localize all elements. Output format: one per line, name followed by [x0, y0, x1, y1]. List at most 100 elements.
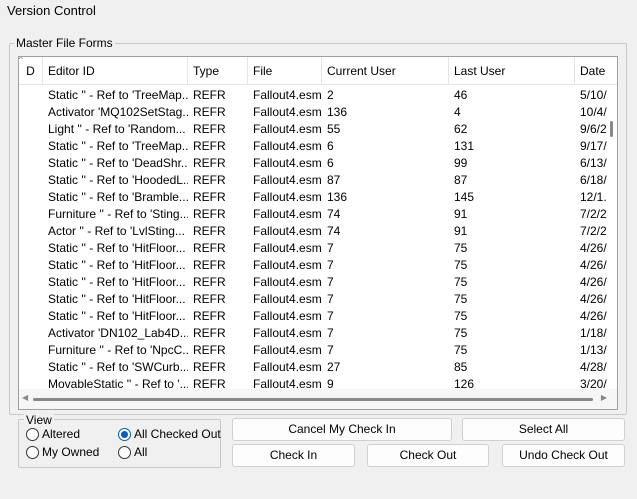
cell-file: Fallout4.esm [253, 139, 322, 153]
cell-last-user: 99 [454, 156, 468, 170]
cell-type: REFR [193, 241, 226, 255]
cell-editor-id: Static '' - Ref to 'SWCurb... [48, 360, 188, 374]
cell-last-user: 75 [454, 241, 468, 255]
cell-last-user: 91 [454, 224, 468, 238]
cell-editor-id: Light '' - Ref to 'Random... [48, 122, 186, 136]
master-forms-list[interactable]: ^ D Editor ID Type File Current User Las… [18, 56, 618, 410]
column-header-editor-id[interactable]: Editor ID [43, 57, 188, 85]
cell-file: Fallout4.esm [253, 343, 322, 357]
radio-all-checked-out[interactable]: All Checked Out [118, 426, 221, 442]
cell-type: REFR [193, 326, 226, 340]
cell-last-user: 91 [454, 207, 468, 221]
table-row[interactable]: Light '' - Ref to 'Random... REFR Fallout4… [19, 121, 609, 138]
cell-last-user: 145 [454, 190, 475, 204]
column-header-last-user[interactable]: Last User [449, 57, 575, 85]
radio-circle-icon[interactable] [26, 445, 39, 459]
table-row[interactable]: Static '' - Ref to 'TreeMap... REFR Fallou… [19, 138, 609, 155]
table-row[interactable]: Static '' - Ref to 'HitFloor... REFR Fallo… [19, 308, 609, 325]
cell-current-user: 7 [327, 309, 334, 323]
radio-circle-icon[interactable] [118, 427, 131, 441]
scroll-left-icon[interactable]: ◀ [22, 393, 28, 402]
cell-date: 9/17/... [580, 139, 609, 153]
scroll-right-icon[interactable]: ▶ [601, 393, 607, 402]
table-row[interactable]: Static '' - Ref to 'DeadShr... REFR Fallou… [19, 155, 609, 172]
select-all-button[interactable]: Select All [462, 418, 625, 441]
cell-d [19, 359, 43, 376]
cell-d [19, 104, 43, 121]
check-in-button[interactable]: Check In [232, 444, 355, 467]
cell-d [19, 308, 43, 325]
cell-type: REFR [193, 173, 226, 187]
cell-current-user: 2 [327, 88, 334, 102]
undo-check-out-button[interactable]: Undo Check Out [502, 444, 625, 467]
table-row[interactable]: Static '' - Ref to 'HitFloor... REFR Fallo… [19, 291, 609, 308]
column-header-date[interactable]: Date [575, 57, 617, 85]
table-row[interactable]: Furniture '' - Ref to 'NpcC... REFR Fallou… [19, 342, 609, 359]
cell-type: REFR [193, 122, 226, 136]
radio-all[interactable]: All [118, 444, 147, 460]
table-row[interactable]: Activator 'MQ102SetStag... REFR Fallout4.e… [19, 104, 609, 121]
cell-current-user: 74 [327, 224, 341, 238]
cell-last-user: 46 [454, 88, 468, 102]
vertical-scrollbar[interactable] [607, 85, 617, 391]
cell-d [19, 189, 43, 206]
cell-file: Fallout4.esm [253, 326, 322, 340]
radio-label-my-owned: My Owned [42, 445, 100, 459]
radio-circle-icon[interactable] [118, 445, 131, 459]
table-row[interactable]: Static '' - Ref to 'HitFloor... REFR Fallo… [19, 257, 609, 274]
cell-d [19, 138, 43, 155]
horizontal-scrollbar[interactable]: ◀ ▶ [19, 389, 617, 409]
list-header: ^ D Editor ID Type File Current User Las… [19, 57, 617, 85]
table-row[interactable]: Static '' - Ref to 'Bramble... REFR Fallou… [19, 189, 609, 206]
cell-type: REFR [193, 156, 226, 170]
cell-current-user: 6 [327, 156, 334, 170]
cancel-my-check-in-button[interactable]: Cancel My Check In [232, 418, 452, 441]
cell-date: 1/18/... [580, 326, 609, 340]
table-row[interactable]: Static '' - Ref to 'HitFloor... REFR Fallo… [19, 274, 609, 291]
table-row[interactable]: Static '' - Ref to 'HoodedL... REFR Fallou… [19, 172, 609, 189]
cell-last-user: 85 [454, 360, 468, 374]
column-header-d[interactable]: D [19, 57, 43, 85]
table-row[interactable]: Static '' - Ref to 'HitFloor... REFR Fallo… [19, 240, 609, 257]
cell-last-user: 75 [454, 292, 468, 306]
cell-last-user: 4 [454, 105, 461, 119]
column-header-current-user[interactable]: Current User [322, 57, 449, 85]
table-row[interactable]: Furniture '' - Ref to 'Sting... REFR Fallo… [19, 206, 609, 223]
table-row[interactable]: Activator 'DN102_Lab4D... REFR Fallout4.es… [19, 325, 609, 342]
horizontal-scroll-thumb[interactable] [33, 398, 593, 401]
cell-type: REFR [193, 105, 226, 119]
cell-editor-id: Static '' - Ref to 'HitFloor... [48, 241, 186, 255]
cell-file: Fallout4.esm [253, 88, 322, 102]
cell-editor-id: Furniture '' - Ref to 'NpcC... [48, 343, 188, 357]
radio-circle-icon[interactable] [26, 427, 39, 441]
cell-editor-id: Furniture '' - Ref to 'Sting... [48, 207, 188, 221]
cell-current-user: 7 [327, 326, 334, 340]
table-row[interactable]: Actor '' - Ref to 'LvlSting... REFR Fallou… [19, 223, 609, 240]
cell-current-user: 27 [327, 360, 341, 374]
cell-last-user: 87 [454, 173, 468, 187]
radio-altered[interactable]: Altered [26, 426, 80, 442]
table-row[interactable]: Static '' - Ref to 'SWCurb... REFR Fallout… [19, 359, 609, 376]
cell-current-user: 7 [327, 343, 334, 357]
cell-d [19, 274, 43, 291]
cell-editor-id: Static '' - Ref to 'HoodedL... [48, 173, 188, 187]
cell-type: REFR [193, 190, 226, 204]
table-row[interactable]: Static '' - Ref to 'TreeMap... REFR Fallou… [19, 87, 609, 104]
cell-file: Fallout4.esm [253, 224, 322, 238]
column-header-type[interactable]: Type [188, 57, 248, 85]
cell-current-user: 136 [327, 105, 348, 119]
column-header-file[interactable]: File [248, 57, 322, 85]
vertical-scroll-thumb[interactable] [610, 121, 613, 137]
cell-last-user: 75 [454, 275, 468, 289]
cell-date: 9/6/2... [580, 122, 609, 136]
cell-file: Fallout4.esm [253, 275, 322, 289]
cell-type: REFR [193, 309, 226, 323]
cell-current-user: 6 [327, 139, 334, 153]
cell-file: Fallout4.esm [253, 360, 322, 374]
cell-file: Fallout4.esm [253, 105, 322, 119]
cell-file: Fallout4.esm [253, 258, 322, 272]
check-out-button[interactable]: Check Out [367, 444, 489, 467]
cell-editor-id: Static '' - Ref to 'TreeMap... [48, 139, 188, 153]
cell-type: REFR [193, 275, 226, 289]
radio-my-owned[interactable]: My Owned [26, 444, 99, 460]
